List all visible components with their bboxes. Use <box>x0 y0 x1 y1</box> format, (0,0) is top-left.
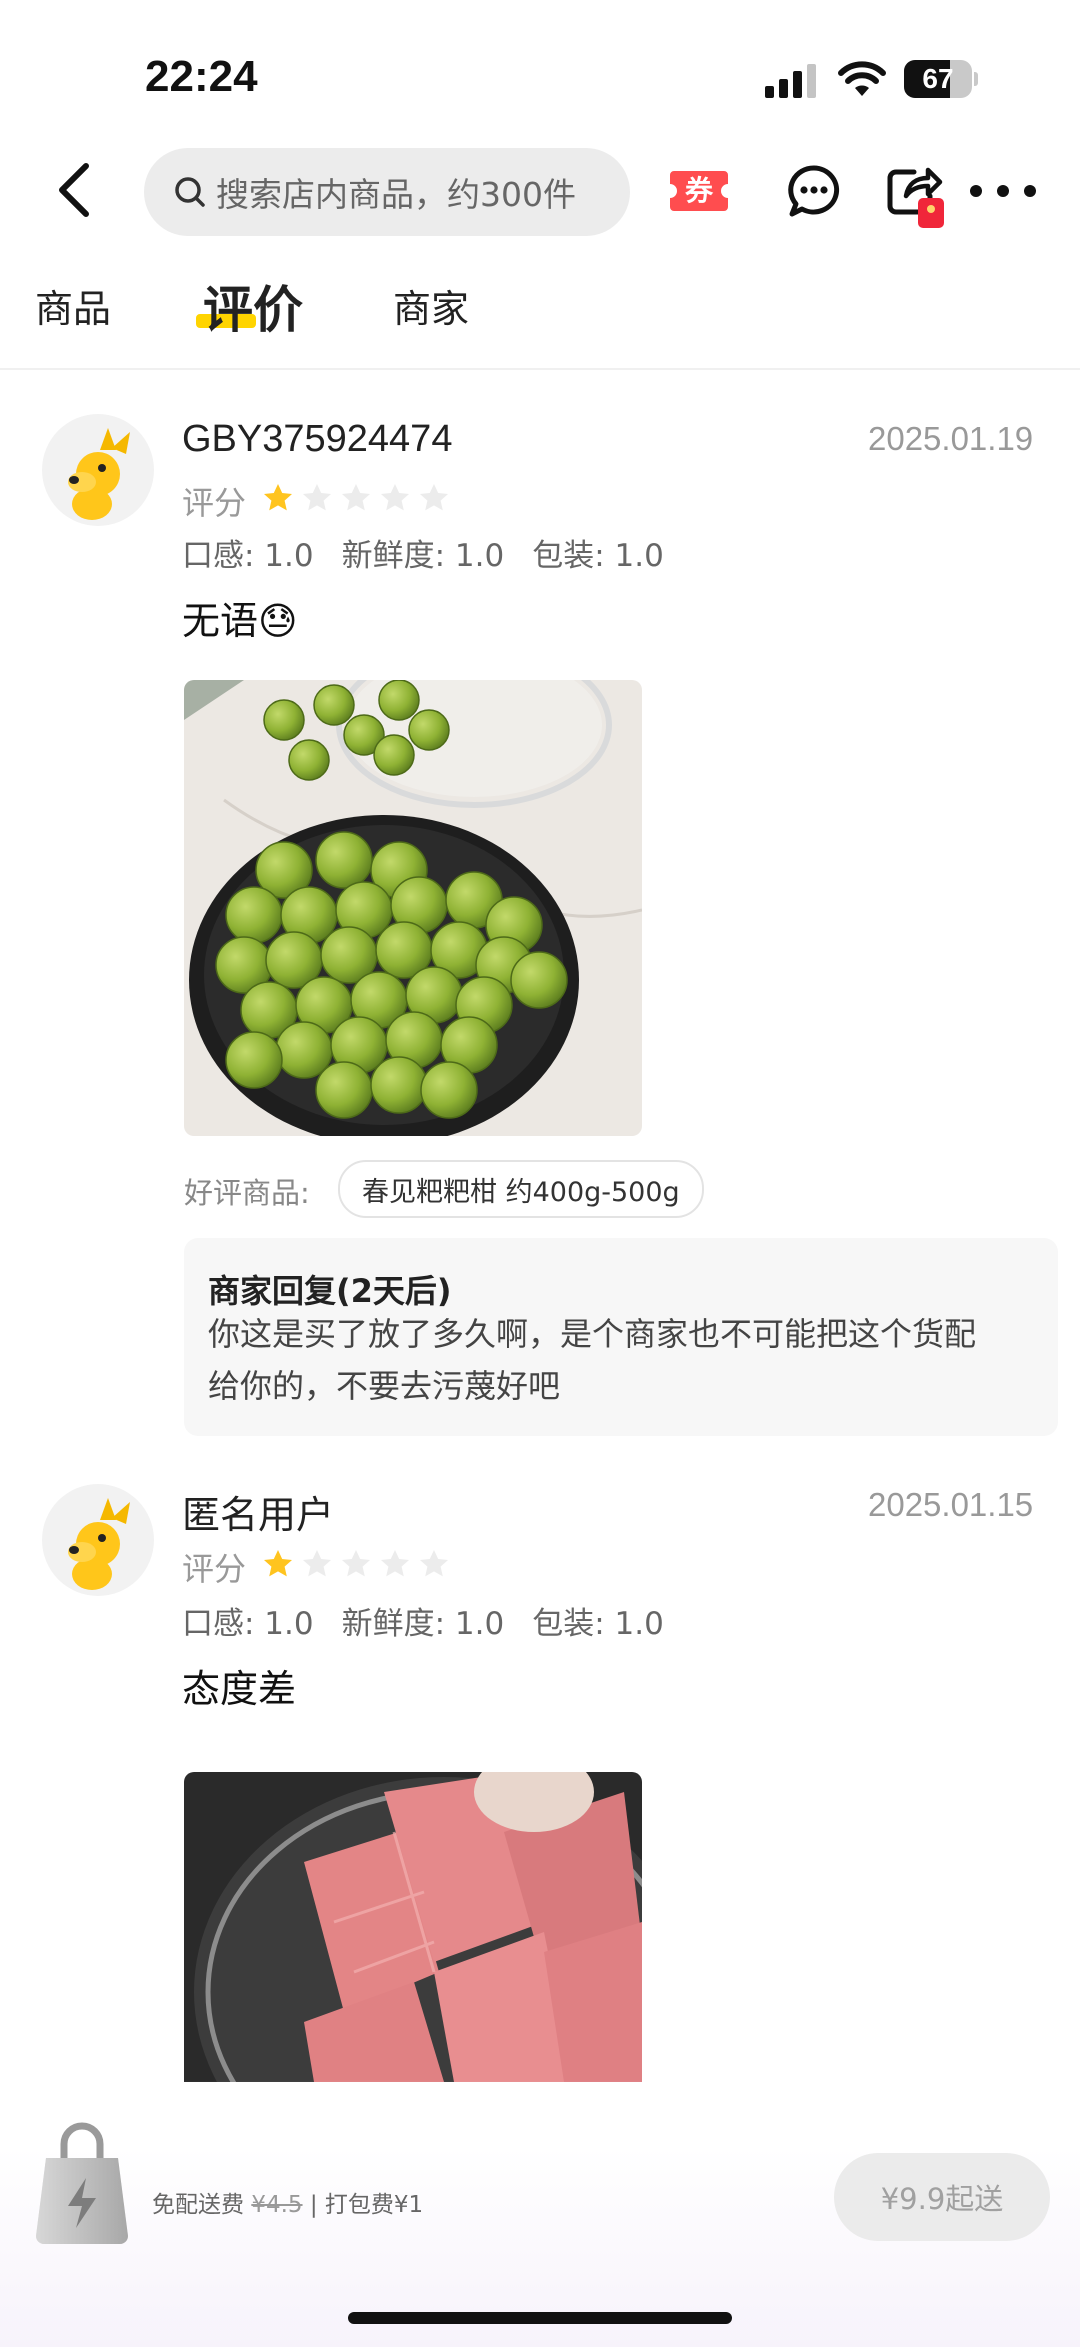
review-subscores: 口感: 1.0 新鲜度: 1.0 包装: 1.0 <box>182 530 692 575</box>
star-rating <box>262 482 450 514</box>
reply-title: 商家回复(2天后) <box>208 1272 452 1310</box>
status-time: 22:24 <box>145 52 258 101</box>
star-rating <box>262 1548 450 1580</box>
review-username: 匿名用户 <box>182 1495 335 1537</box>
review-date: 2025.01.15 <box>868 1486 1034 1523</box>
review-text: 无语😓 <box>182 599 298 643</box>
tab-products[interactable]: 商品 <box>35 278 111 333</box>
star-empty-icon <box>303 1550 331 1577</box>
freshness-score: 新鲜度: 1.0 <box>341 538 505 574</box>
product-chip[interactable]: 春见粑粑柑 约400g-500g <box>338 1160 704 1218</box>
message-icon[interactable] <box>786 163 842 219</box>
minimum-order-button[interactable]: ¥9.9起送 <box>834 2153 1050 2241</box>
taste-score: 口感: 1.0 <box>182 538 314 574</box>
free-delivery-label: 免配送费 <box>152 2192 244 2218</box>
kangaroo-avatar-icon <box>68 428 130 520</box>
review-date: 2025.01.19 <box>868 420 1034 457</box>
reply-line-2: 给你的，不要去污蔑好吧 <box>208 1367 561 1405</box>
delivery-fee-info: 免配送费 ¥4.5 | 打包费¥1 <box>152 2185 423 2219</box>
shopping-bag-icon[interactable] <box>30 2118 134 2246</box>
battery-percent: 67 <box>922 63 954 94</box>
merchant-reply: 商家回复(2天后) 你这是买了放了多久啊，是个商家也不可能把这个货配 给你的，不… <box>184 1238 1058 1436</box>
star-empty-icon <box>381 484 409 511</box>
reply-line-1: 你这是买了放了多久啊，是个商家也不可能把这个货配 <box>208 1315 977 1353</box>
review-photo[interactable] <box>184 1772 642 2082</box>
review-subscores: 口感: 1.0 新鲜度: 1.0 包装: 1.0 <box>182 1598 692 1643</box>
green-fruit-photo <box>184 680 642 1136</box>
tab-merchant[interactable]: 商家 <box>393 278 469 333</box>
packaging-score: 包装: 1.0 <box>532 538 664 574</box>
original-delivery-fee: ¥4.5 <box>251 2192 303 2218</box>
back-icon[interactable] <box>50 160 100 220</box>
more-icon[interactable] <box>970 176 1036 206</box>
review-photo[interactable] <box>184 680 642 1136</box>
battery-icon: 67 <box>904 60 978 98</box>
rating-label: 评分 <box>182 484 247 522</box>
coupon-button[interactable]: 券 <box>668 167 730 215</box>
avatar <box>42 1484 154 1596</box>
avatar <box>42 414 154 526</box>
search-icon <box>175 177 205 207</box>
tab-divider <box>0 368 1080 370</box>
review-username: GBY375924474 <box>182 418 453 460</box>
star-empty-icon <box>342 1550 370 1577</box>
wifi-icon <box>838 61 886 96</box>
fee-separator: | <box>309 2192 318 2218</box>
taste-score: 口感: 1.0 <box>182 1606 314 1642</box>
share-icon[interactable] <box>884 160 952 232</box>
freshness-score: 新鲜度: 1.0 <box>341 1606 505 1642</box>
good-product-label: 好评商品: <box>184 1176 310 1210</box>
review-text: 态度差 <box>182 1667 297 1711</box>
rating-label: 评分 <box>182 1550 247 1588</box>
watermelon-photo <box>184 1772 642 2082</box>
packaging-score: 包装: 1.0 <box>532 1606 664 1642</box>
star-filled-icon <box>264 1550 292 1577</box>
star-empty-icon <box>303 484 331 511</box>
star-empty-icon <box>420 1550 448 1577</box>
coupon-label: 券 <box>684 174 713 207</box>
home-indicator[interactable] <box>348 2312 732 2324</box>
kangaroo-avatar-icon <box>68 1498 130 1590</box>
tab-reviews[interactable]: 评价 <box>203 270 303 342</box>
search-input[interactable]: 搜索店内商品，约300件 <box>144 148 630 236</box>
star-empty-icon <box>381 1550 409 1577</box>
cellular-signal-icon <box>765 64 821 98</box>
search-placeholder: 搜索店内商品，约300件 <box>216 175 576 214</box>
star-empty-icon <box>342 484 370 511</box>
star-filled-icon <box>264 484 292 511</box>
packing-fee: 打包费¥1 <box>324 2192 424 2218</box>
star-empty-icon <box>420 484 448 511</box>
